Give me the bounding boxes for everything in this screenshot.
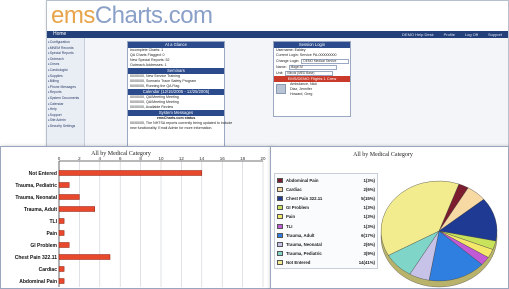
x-tick-label: 14 [199,156,205,161]
system-message-line: new functionality. Email Admin for more … [130,126,213,130]
nav-link[interactable]: Log Off [465,32,478,37]
legend-item: Not Entered 14(41%) [277,258,375,267]
category-label: TLI [50,219,58,225]
nav-link[interactable]: Support [488,32,502,37]
legend-label: Trauma, Neonatal [286,241,322,247]
legend-value: 2(6%) [363,187,375,193]
bar [58,206,95,212]
nav-home[interactable]: Home [53,31,66,38]
legend-label: Cardiac [286,187,302,193]
x-tick-label: 18 [240,156,246,161]
x-tick-label: 0 [58,156,61,161]
legend-item: Chest Pain 322.11 5(15%) [277,194,375,203]
session-field-select[interactable]: Magel M [288,64,337,70]
emscharts-dashboard-window: emsCharts.com Home DEMO Help Desk Profil… [46,0,509,150]
session-panel: Session Login Username: Ealdey Current Lo… [273,41,351,117]
nav-link[interactable]: DEMO Help Desk [402,32,434,37]
crew-member: Howard, Greg [290,92,313,96]
sidebar-item[interactable]: Security Settings [48,124,83,130]
legend-swatch [277,196,283,202]
legend-value: 14(41%) [358,259,375,265]
app-header: emsCharts.com [47,1,508,31]
legend-swatch [277,232,283,238]
category-label: Chest Pain 322.11 [15,255,57,261]
legend-value: 6(17%) [361,232,375,238]
pie-chart-window: All by Medical Category Abdominal Pain 1(… [270,146,509,289]
bar [58,254,111,260]
legend-item: GI Problem 1(3%) [277,203,375,212]
legend-label: Abdominal Pain [286,178,319,184]
x-tick-label: 12 [179,156,185,161]
pie-legend: Abdominal Pain 1(3%) Cardiac 2(6%) Chest Pai… [274,173,378,269]
legend-item: Pain 1(3%) [277,212,375,221]
legend-label: Pain [286,214,296,220]
legend-swatch [277,187,283,193]
legend-item: Abdominal Pain 1(3%) [277,176,375,185]
category-label: Trauma, Pediatric [15,183,57,189]
legend-swatch [277,205,283,211]
sidebar-item[interactable]: System Documents [48,96,83,102]
legend-swatch [277,223,283,229]
legend-swatch [277,178,283,184]
bar [58,218,65,224]
x-tick-label: 20 [260,156,266,161]
bar-chart: All by Medical Category0 2 4 6 8 10 12 14 16 18 20… [15,151,266,287]
crew-avatar [276,84,286,94]
x-tick-label: 16 [220,156,226,161]
main-panels: At a Glance Incomplete Charts: 1 QA Chart… [127,41,232,149]
bar [58,194,80,200]
bar [58,266,65,272]
legend-value: 3(9%) [363,250,375,256]
emscharts-logo[interactable]: emsCharts.com [51,2,213,30]
legend-swatch [277,250,283,256]
bar [58,278,65,284]
legend-value: 1(3%) [363,223,375,229]
legend-item: Trauma, Pediatric 3(9%) [277,249,375,258]
x-tick-label: 10 [158,156,164,161]
category-label: Abdominal Pain [19,279,57,285]
sidebar-menu: ConfigurationMNEM RecordsSpecial Reports… [47,38,85,149]
session-field-select[interactable]: DEMO Medical Service [301,58,350,64]
category-label: Pain [46,231,57,237]
pie-chart-title: All by Medical Category [353,152,413,158]
bar [58,242,70,248]
legend-label: GI Problem [286,205,309,211]
nav-link[interactable]: Profile [444,32,455,37]
legend-value: 1(3%) [363,178,375,184]
legend-item: Trauma, Neonatal 2(6%) [277,240,375,249]
bar [58,182,70,188]
legend-label: Not Entered [286,259,311,265]
legend-item: TLI 1(3%) [277,221,375,230]
legend-value: 1(3%) [363,214,375,220]
legend-item: Trauma, Adult 6(17%) [277,231,375,240]
legend-swatch [277,241,283,247]
legend-label: Trauma, Pediatric [286,250,322,256]
session-field-label: Unit: [276,71,284,75]
category-label: Trauma, Adult [24,207,57,213]
legend-value: 2(6%) [363,241,375,247]
legend-swatch [277,214,283,220]
bar [58,230,65,236]
logo-charts-text: Charts.com [94,2,213,29]
session-field-select[interactable]: Illinois (MED Base) [285,70,334,76]
legend-label: TLI [286,223,293,229]
legend-item: Cardiac 2(6%) [277,185,375,194]
bar [58,170,203,176]
legend-label: Trauma, Adult [286,232,315,238]
category-label: GI Problem [30,243,57,249]
logo-ems-text: ems [51,2,95,29]
legend-label: Chest Pain 322.11 [286,196,323,202]
category-label: Trauma, Neonatal [15,195,57,201]
bar-chart-window: All by Medical Category 0 2 4 6 8 10 12 14 16 18 20… [0,146,272,289]
legend-value: 5(15%) [361,196,375,202]
category-label: Not Entered [29,171,57,177]
x-tick-label: 2 [78,156,81,161]
legend-swatch [277,259,283,265]
legend-value: 1(3%) [363,205,375,211]
top-nav-links: DEMO Help Desk Profile Log Off Support [402,30,502,39]
category-label: Cardiac [39,267,58,273]
